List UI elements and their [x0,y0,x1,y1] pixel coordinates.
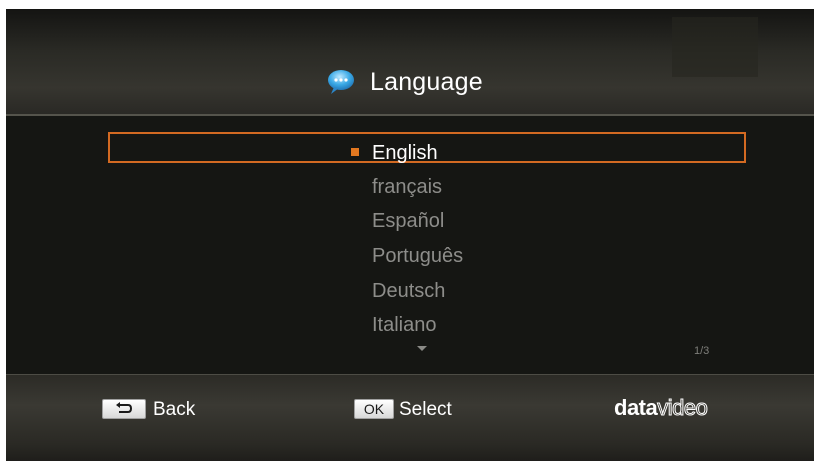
ok-key-label: OK [363,401,385,417]
page-title-text: Language [370,67,483,96]
page-indicator: 1/3 [694,345,710,357]
datavideo-logo: datavideo [614,395,709,421]
selected-marker-icon [351,148,359,156]
language-screen: Language English français Español Portug… [6,9,814,461]
header-bar: Language [6,9,814,116]
language-item-francais[interactable]: français [372,172,442,202]
language-item-italiano[interactable]: Italiano [372,310,437,340]
language-item-deutsch[interactable]: Deutsch [372,276,445,306]
ok-key-button[interactable]: OK [354,399,394,419]
back-label: Back [153,399,196,420]
language-label: Italiano [372,314,437,336]
footer-bar: Back OK Select datavideo [6,374,814,461]
page-title: Language [326,64,483,100]
logo-bold-text: data [614,395,658,420]
header-corner-panel [672,17,758,77]
select-label: Select [399,399,452,420]
language-label: Português [372,245,464,267]
language-item-portugues[interactable]: Português [372,241,463,271]
speech-bubble-icon [326,69,356,95]
logo-thin-text: video [657,395,709,421]
back-key-button[interactable] [102,399,146,419]
back-arrow-icon [113,401,135,418]
language-label: français [372,176,443,198]
language-item-espanol[interactable]: Español [372,206,444,236]
language-label: Deutsch [372,280,446,302]
scroll-down-arrow-icon[interactable] [417,346,427,351]
language-item-english[interactable]: English [351,138,438,168]
language-label: Español [372,210,445,232]
language-label: English [372,142,438,164]
